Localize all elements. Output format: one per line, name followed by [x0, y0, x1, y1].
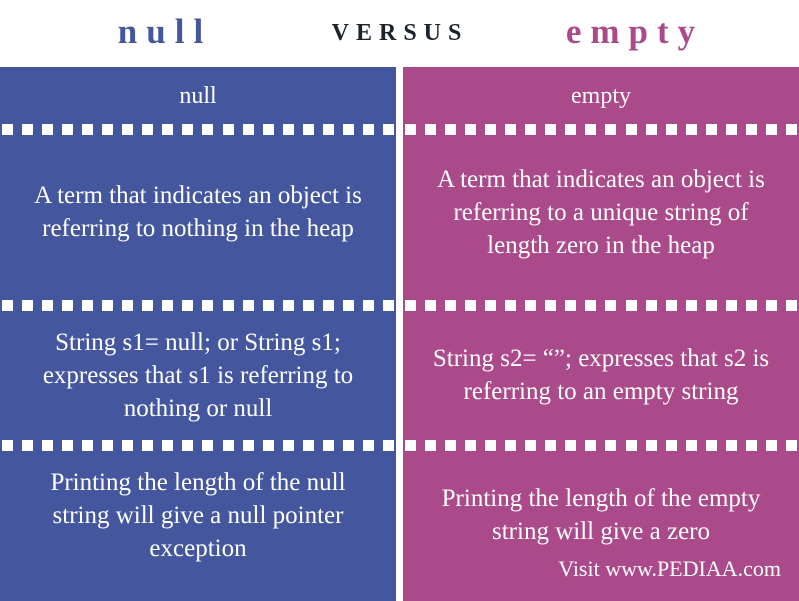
column-null: null A term that indicates an object is … — [0, 67, 396, 601]
table-cell-text: Printing the length of the empty string … — [441, 485, 761, 545]
table-cell-text: String s1= null; or String s1; expresses… — [42, 328, 354, 422]
table-cell-null-row3: Printing the length of the null string w… — [0, 450, 396, 580]
table-cell-text: A term that indicates an object is refer… — [437, 165, 765, 259]
title-bar: null VERSUS empty — [0, 0, 799, 67]
title-term-left: null — [117, 12, 213, 51]
title-term-right: empty — [565, 12, 705, 51]
table-cell-empty-row2: String s2= “”; expresses that s2 is refe… — [403, 310, 799, 440]
column-header-null-label: null — [179, 82, 217, 109]
table-cell-text: A term that indicates an object is refer… — [34, 182, 362, 242]
column-header-empty-label: empty — [571, 82, 631, 109]
footer-credit: Visit www.PEDIAA.com — [558, 556, 781, 581]
table-cell-text: String s2= “”; expresses that s2 is refe… — [432, 345, 770, 405]
table-cell-null-row2: String s1= null; or String s1; expresses… — [0, 310, 396, 440]
column-empty: empty A term that indicates an object is… — [403, 67, 799, 601]
table-cell-null-row1: A term that indicates an object is refer… — [0, 124, 396, 300]
table-cell-text: Printing the length of the null string w… — [50, 468, 346, 562]
table-cell-empty-row1: A term that indicates an object is refer… — [403, 124, 799, 300]
column-header-null: null — [0, 67, 396, 124]
column-header-empty: empty — [403, 67, 799, 124]
comparison-infographic: null VERSUS empty null A term that indic… — [0, 0, 799, 601]
